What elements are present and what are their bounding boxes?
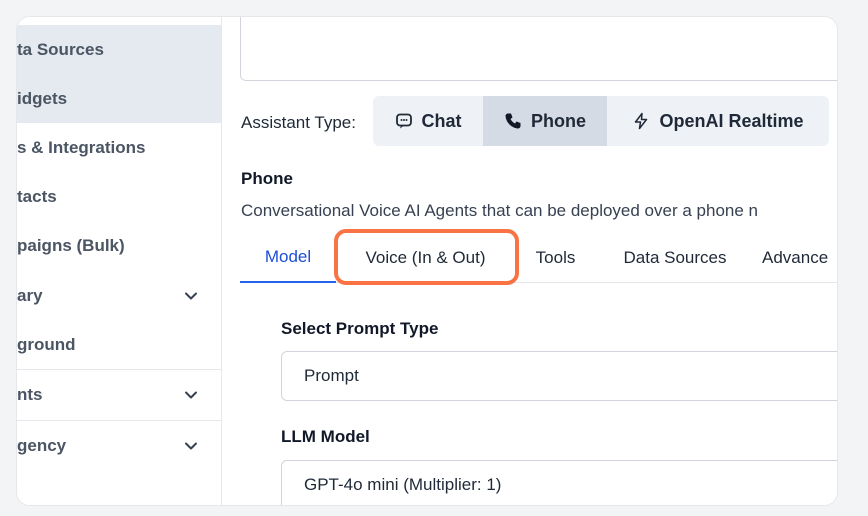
chevron-down-icon	[185, 442, 197, 449]
sidebar-item-label: paigns (Bulk)	[17, 235, 125, 255]
sidebar-item-playground[interactable]: ground	[17, 320, 221, 369]
section-description: Conversational Voice AI Agents that can …	[241, 201, 758, 220]
sidebar-item-label: ground	[17, 334, 76, 354]
sidebar-item-label: gency	[17, 435, 67, 455]
assistant-type-label: Assistant Type:	[241, 113, 356, 132]
assistant-type-selector: Chat Phone OpenAI Realtime	[373, 96, 829, 146]
tab-model[interactable]: Model	[240, 233, 336, 283]
tab-voice[interactable]: Voice (In & Out)	[338, 233, 513, 283]
sidebar-item-label: s & Integrations	[17, 137, 146, 157]
lightning-icon	[635, 112, 648, 130]
chat-icon	[395, 113, 412, 129]
prompt-type-value: Prompt	[304, 366, 359, 385]
main-content: Assistant Type: Chat Phone OpenAI Realti…	[222, 17, 837, 505]
assistant-type-chat-button[interactable]: Chat	[373, 96, 483, 146]
sidebar-item-library[interactable]: ary	[17, 271, 221, 320]
sidebar: ta Sources idgets s & Integrations tacts…	[17, 17, 222, 505]
prompt-type-select[interactable]: Prompt	[281, 351, 837, 401]
tab-advanced[interactable]: Advance	[762, 233, 837, 283]
sidebar-item-accounts[interactable]: nts	[17, 370, 221, 419]
sidebar-item-label: idgets	[17, 88, 68, 108]
phone-label: Phone	[530, 110, 586, 131]
sidebar-item-widgets[interactable]: idgets	[17, 74, 221, 123]
sidebar-item-data-sources[interactable]: ta Sources	[17, 25, 221, 74]
openai-realtime-label: OpenAI Realtime	[659, 110, 804, 131]
description-textarea[interactable]	[240, 17, 837, 81]
app-window: ta Sources idgets s & Integrations tacts…	[16, 16, 838, 506]
sidebar-item-integrations[interactable]: s & Integrations	[17, 123, 221, 172]
chat-label: Chat	[421, 110, 462, 131]
chevron-down-icon	[185, 292, 197, 299]
sidebar-item-contacts[interactable]: tacts	[17, 172, 221, 221]
sidebar-item-label: tacts	[17, 186, 57, 206]
llm-model-select[interactable]: GPT-4o mini (Multiplier: 1)	[281, 460, 837, 505]
phone-icon	[505, 113, 521, 129]
chevron-down-icon	[185, 391, 197, 398]
sidebar-item-agency[interactable]: gency	[17, 421, 221, 470]
sidebar-item-label: ta Sources	[17, 39, 104, 59]
config-tabs: Model Voice (In & Out) Tools Data Source…	[240, 233, 837, 283]
tab-tools[interactable]: Tools	[518, 233, 593, 283]
section-title: Phone	[241, 169, 293, 188]
llm-model-label: LLM Model	[281, 427, 370, 446]
sidebar-item-label: nts	[17, 384, 43, 404]
llm-model-value: GPT-4o mini (Multiplier: 1)	[304, 475, 502, 494]
assistant-type-openai-realtime-button[interactable]: OpenAI Realtime	[607, 96, 829, 146]
sidebar-item-label: ary	[17, 285, 43, 305]
prompt-type-label: Select Prompt Type	[281, 319, 439, 338]
tab-data-sources[interactable]: Data Sources	[602, 233, 748, 283]
assistant-type-phone-button[interactable]: Phone	[483, 96, 607, 146]
sidebar-item-campaigns[interactable]: paigns (Bulk)	[17, 221, 221, 270]
